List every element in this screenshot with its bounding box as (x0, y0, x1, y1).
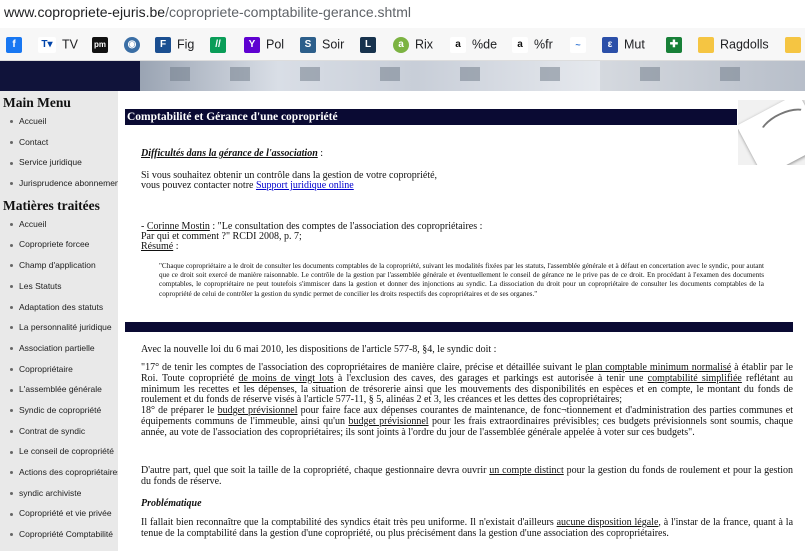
topic-item[interactable]: Association partielle (0, 338, 118, 359)
paper-roll-image (738, 100, 805, 165)
budget-previsionnel-link[interactable]: budget prévisionnel (218, 405, 298, 416)
problem-heading: Problématique (141, 498, 202, 509)
bookmarks-bar: f T▾ TV pm ◉ F Fig // Y Pol S Soir L a Rix a%… (0, 28, 805, 61)
address-bar[interactable]: www.copropriete-ejuris.be/copropriete-co… (0, 0, 805, 28)
pm-icon: pm (92, 36, 108, 53)
green-square-icon: ✚ (666, 36, 682, 53)
bookmark-mut[interactable]: ε Mut (602, 34, 645, 54)
globe-icon: ◉ (124, 36, 140, 53)
bookmark-pm[interactable]: pm (92, 34, 114, 54)
main-menu-list: Accueil Contact Service juridique Jurisp… (0, 111, 118, 194)
bookmark-amazon-fr[interactable]: a %fr (512, 34, 553, 54)
rix-icon: a (393, 36, 409, 53)
budget-previsionnel-link-2[interactable]: budget prévisionnel (348, 416, 428, 427)
topic-item[interactable]: Copropriete forcee (0, 234, 118, 255)
bookmark-globe[interactable]: ◉ (124, 34, 146, 54)
vingt-lots-link[interactable]: de moins de vingt lots (239, 373, 334, 384)
banner-building-image (140, 61, 600, 91)
facebook-icon: f (6, 36, 22, 53)
main-content: Comptabilité et Gérance d'une copropriét… (118, 91, 805, 551)
folder-icon (785, 36, 801, 53)
paragraph-problematique: Il fallait bien reconnaître que la compt… (141, 517, 794, 539)
bookmark-ragdolls[interactable]: Ragdolls (698, 34, 769, 54)
bookmark-green-icon: // (210, 36, 226, 53)
support-juridique-link[interactable]: Support juridique online (256, 180, 354, 191)
quote-block: "Chaque copropriétaire a le droit de con… (159, 262, 764, 298)
bookmark-l[interactable]: L (360, 34, 382, 54)
bookmark-fig[interactable]: F Fig (155, 34, 194, 54)
bookmark-green-square[interactable]: ✚ (666, 34, 688, 54)
topic-item[interactable]: Accueil (0, 214, 118, 235)
topic-item[interactable]: Le conseil de copropriété (0, 441, 118, 462)
bookmark-amazon-de[interactable]: a %de (450, 34, 497, 54)
topic-item[interactable]: Adaptation des statuts (0, 297, 118, 318)
bookmark-pol[interactable]: Y Pol (244, 34, 284, 54)
topic-item[interactable]: Copropriétaire (0, 359, 118, 380)
main-menu-item[interactable]: Service juridique (0, 152, 118, 173)
section-heading-difficulties: Difficultés dans la gérance de l'associa… (141, 148, 324, 159)
topic-item[interactable]: Copropriété et vie privée (0, 503, 118, 524)
section-divider-bar (125, 322, 793, 332)
law-intro: Avec la nouvelle loi du 6 mai 2010, les … (141, 344, 497, 355)
page-title: Comptabilité et Gérance d'une copropriét… (125, 109, 737, 125)
topic-item[interactable]: syndic archiviste (0, 483, 118, 504)
amazon-icon: a (450, 36, 466, 53)
main-menu-item[interactable]: Jurisprudence abonnement (0, 173, 118, 194)
topic-item[interactable]: La personnalité juridique (0, 317, 118, 338)
folder-icon (698, 36, 714, 53)
paragraph-compte-distinct: D'autre part, quel que soit la taille de… (141, 465, 793, 487)
link-icon: ~ (570, 36, 586, 53)
bookmark-soir[interactable]: S Soir (300, 34, 344, 54)
url-domain: www.copropriete-ejuris.be (4, 4, 166, 20)
topic-item[interactable]: Contrat de syndic (0, 421, 118, 442)
yahoo-icon: Y (244, 36, 260, 53)
url-path: /copropriete-comptabilite-gerance.shtml (165, 4, 411, 20)
topic-item[interactable]: Syndic de copropriété (0, 400, 118, 421)
topic-item[interactable]: Les Statuts (0, 276, 118, 297)
topic-item[interactable]: Champ d'application (0, 255, 118, 276)
bookmark-green[interactable]: // (210, 34, 232, 54)
bookmark-link[interactable]: ~ (570, 34, 592, 54)
mut-icon: ε (602, 36, 618, 53)
disposition-legale-link[interactable]: aucune disposition légale (557, 517, 659, 528)
plan-comptable-link[interactable]: plan comptable minimum normalisé (585, 362, 731, 373)
main-menu-item[interactable]: Contact (0, 132, 118, 153)
soir-icon: S (300, 36, 316, 53)
l-icon: L (360, 36, 376, 53)
compte-distinct-link[interactable]: un compte distinct (489, 465, 564, 476)
main-menu-title: Main Menu (3, 95, 71, 110)
bookmark-facebook[interactable]: f (6, 34, 28, 54)
section1-line2: vous pouvez contacter notre Support juri… (141, 180, 354, 191)
resume-label: Résumé : (141, 241, 179, 252)
bookmark-tv[interactable]: T▾ TV (38, 34, 78, 54)
article-text: "17° de tenir les comptes de l'associati… (141, 362, 793, 438)
topics-list: Accueil Copropriete forcee Champ d'appli… (0, 214, 118, 545)
amazon-icon: a (512, 36, 528, 53)
topic-item[interactable]: Copropriété Comptabilité (0, 524, 118, 545)
topic-item[interactable]: L'assemblée générale (0, 379, 118, 400)
banner-building-image-right (600, 61, 805, 91)
tv-icon: T▾ (38, 36, 56, 53)
bookmark-folder[interactable] (785, 34, 805, 54)
main-menu-item[interactable]: Accueil (0, 111, 118, 132)
topics-title: Matières traitées (3, 197, 100, 213)
site-banner (0, 61, 805, 91)
topic-item[interactable]: Actions des copropriétaires (0, 462, 118, 483)
figaro-icon: F (155, 36, 171, 53)
bookmark-rix[interactable]: a Rix (393, 34, 433, 54)
comptabilite-simplifiee-link[interactable]: comptabilité simplifiée (648, 373, 742, 384)
sidebar: Main Menu Accueil Contact Service juridi… (0, 91, 118, 551)
